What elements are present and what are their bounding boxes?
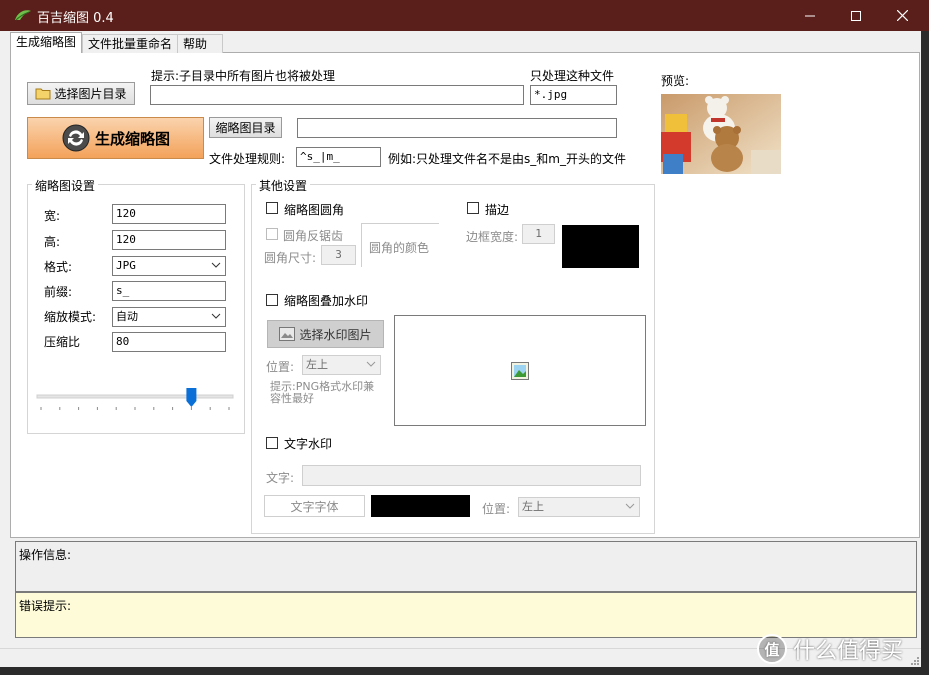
height-label: 高: [44,235,61,249]
prefix-label: 前缀: [44,285,73,299]
watermark-position-label: 位置: [266,360,295,374]
border-color-swatch[interactable] [562,225,639,268]
tab-batch-rename[interactable]: 文件批量重命名 [82,34,179,53]
preview-label: 预览: [661,74,690,88]
chevron-down-icon [211,313,221,319]
quality-slider[interactable] [36,385,236,413]
chevron-down-icon [366,361,376,367]
app-leaf-icon [15,10,31,21]
tab-help[interactable]: 帮助 [177,34,223,53]
watermark-preview [394,315,646,426]
subdir-hint: 提示:子目录中所有图片也将被处理 [151,69,336,83]
image-dir-input[interactable] [150,85,524,105]
watermark-position-value: 左上 [306,358,328,371]
thumb-dir-button[interactable]: 缩略图目录 [209,117,282,138]
corner-color-label: 圆角的颜色 [369,241,430,255]
format-select[interactable]: JPG [112,256,226,276]
scale-mode-value: 自动 [116,310,138,323]
info-label: 操作信息: [19,548,72,562]
text-watermark-checkbox[interactable] [266,437,278,449]
watermark-text-input[interactable] [302,465,641,486]
window-edge [921,31,929,667]
border-label: 描边 [485,203,510,217]
antialias-checkbox[interactable] [266,228,278,240]
select-image-dir-button[interactable]: 选择图片目录 [27,82,135,105]
minimize-icon [805,15,815,16]
watermark-position-select[interactable]: 左上 [302,355,381,375]
generate-thumbnails-button[interactable]: 生成缩略图 [27,117,204,159]
quality-label: 压缩比 [44,335,81,349]
rule-example: 例如:只处理文件名不是由s_和m_开头的文件 [388,152,626,166]
image-placeholder-icon [511,362,529,380]
other-settings-title: 其他设置 [256,177,311,194]
text-position-label: 位置: [482,502,511,516]
border-width-input[interactable]: 1 [522,224,555,244]
window-edge-bottom [0,667,929,675]
round-corner-label: 缩略图圆角 [284,203,345,217]
close-button[interactable] [879,0,925,31]
refresh-icon [62,124,90,152]
select-watermark-button[interactable]: 选择水印图片 [267,320,384,348]
tab-generate-thumbnails[interactable]: 生成缩略图 [10,32,83,53]
thumb-settings-title: 缩略图设置 [32,177,99,194]
chevron-down-icon [211,262,221,268]
corner-size-input[interactable]: 3 [321,245,356,265]
select-watermark-label: 选择水印图片 [299,327,372,342]
minimize-button[interactable] [787,0,833,31]
maximize-icon [851,10,861,21]
font-color-swatch[interactable] [371,495,470,517]
text-position-select[interactable]: 左上 [518,497,640,517]
slider-thumb[interactable] [186,388,197,407]
resize-grip-icon[interactable] [909,655,919,665]
thumb-dir-input[interactable] [297,118,617,138]
border-width-label: 边框宽度: [466,230,519,244]
generate-thumbnails-label: 生成缩略图 [94,129,170,148]
quality-input[interactable]: 80 [112,332,226,352]
select-image-dir-label: 选择图片目录 [54,87,127,101]
info-panel[interactable]: 操作信息: [15,541,917,592]
watermark-text: 什么值得买 [793,639,904,664]
width-label: 宽: [44,209,61,223]
rule-label: 文件处理规则: [209,152,286,166]
image-icon [279,327,296,341]
watermark-checkbox[interactable] [266,294,278,306]
format-label: 格式: [44,260,73,274]
window-title: 百吉缩图 0.4 [37,11,114,26]
watermark-label: 缩略图叠加水印 [284,294,369,308]
chevron-down-icon [625,503,635,509]
png-hint: 提示:PNG格式水印兼容性最好 [270,380,375,405]
format-value: JPG [116,259,136,272]
scale-mode-label: 缩放模式: [44,310,97,324]
watermark-logo: 值 [757,634,787,664]
corner-size-label: 圆角尺寸: [264,251,317,265]
rule-input[interactable]: ^s_|m_ [296,147,381,167]
text-watermark-label: 文字水印 [284,437,333,451]
antialias-label: 圆角反锯齿 [283,229,344,243]
preview-image [661,94,781,174]
file-filter-input[interactable]: *.jpg [530,85,617,105]
text-position-value: 左上 [522,500,544,513]
round-corner-checkbox[interactable] [266,202,278,214]
error-label: 错误提示: [19,599,72,613]
file-filter-label: 只处理这种文件 [530,69,615,83]
close-icon [896,10,908,21]
scale-mode-select[interactable]: 自动 [112,307,226,327]
border-checkbox[interactable] [467,202,479,214]
folder-icon [35,88,51,100]
font-button[interactable]: 文字字体 [264,495,365,517]
watermark-text-label: 文字: [266,471,295,485]
width-input[interactable]: 120 [112,204,226,224]
error-panel[interactable]: 错误提示: [15,592,917,638]
prefix-input[interactable]: s_ [112,281,226,301]
site-watermark: 值 什么值得买 [757,633,903,665]
height-input[interactable]: 120 [112,230,226,250]
maximize-button[interactable] [833,0,879,31]
